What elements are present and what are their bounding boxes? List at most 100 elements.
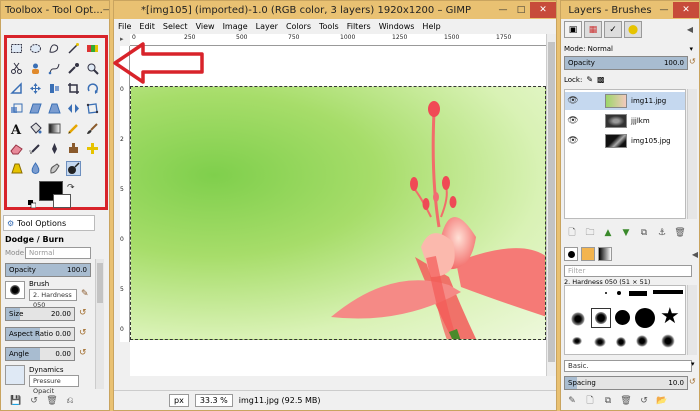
brush-filter-input[interactable]: Filter bbox=[564, 265, 692, 277]
image-canvas[interactable] bbox=[130, 86, 546, 340]
canvas-area[interactable] bbox=[130, 46, 546, 376]
brush-swatch[interactable] bbox=[615, 310, 630, 325]
raise-layer-icon[interactable]: ▲ bbox=[599, 227, 617, 239]
layer-list-scrollbar[interactable] bbox=[687, 89, 697, 219]
reset-angle-icon[interactable]: ↺ bbox=[79, 348, 87, 358]
eye-icon[interactable]: 👁 bbox=[565, 136, 581, 146]
brush-swatch[interactable] bbox=[660, 333, 676, 349]
minimize-icon[interactable]: — bbox=[103, 2, 109, 18]
new-brush-icon[interactable]: 🗋 bbox=[581, 395, 599, 407]
default-colors-icon[interactable] bbox=[28, 200, 37, 209]
dynamics-field[interactable]: Pressure Opacit bbox=[29, 375, 79, 395]
toolbox-titlebar[interactable]: Toolbox - Tool Opt... — ✕ bbox=[1, 1, 109, 19]
opacity-slider[interactable]: Opacity 100.0 bbox=[5, 263, 91, 277]
reset-aspect-icon[interactable]: ↺ bbox=[79, 328, 87, 338]
brush-swatch[interactable] bbox=[593, 336, 607, 348]
mode-dropdown-icon[interactable]: ▾ bbox=[689, 45, 693, 53]
edit-brush-icon[interactable]: ✎ bbox=[81, 289, 89, 299]
open-brush-icon[interactable]: 📂 bbox=[653, 395, 671, 407]
brush-swatch[interactable] bbox=[635, 308, 655, 328]
save-options-icon[interactable]: 💾 bbox=[7, 395, 25, 407]
reset-opacity-icon[interactable]: ↺ bbox=[689, 57, 696, 66]
preset-dropdown-icon[interactable]: ▾ bbox=[691, 360, 695, 368]
brushes-tab-icon[interactable] bbox=[564, 247, 578, 261]
menu-edit[interactable]: Edit bbox=[139, 22, 155, 31]
menu-windows[interactable]: Windows bbox=[379, 22, 415, 31]
new-group-icon[interactable]: 🗀 bbox=[581, 227, 599, 239]
layers-titlebar[interactable]: Layers - Brushes — ✕ bbox=[561, 1, 699, 19]
tool-options-tab[interactable]: ⚙ Tool Options bbox=[3, 215, 95, 231]
scrollbar-thumb[interactable] bbox=[548, 42, 555, 362]
layer-row[interactable]: 👁 img11.jpg bbox=[565, 92, 685, 110]
delete-brush-icon[interactable]: 🗑 bbox=[617, 395, 635, 407]
paths-tab-icon[interactable]: ✓ bbox=[604, 21, 622, 38]
size-slider[interactable]: Size 20.00 bbox=[5, 307, 75, 321]
maximize-icon[interactable]: □ bbox=[512, 2, 530, 18]
refresh-brushes-icon[interactable]: ↺ bbox=[635, 395, 653, 407]
minimize-icon[interactable]: — bbox=[494, 2, 512, 18]
brush-preview[interactable] bbox=[5, 281, 25, 299]
brush-grid[interactable]: ★ bbox=[564, 285, 686, 355]
brush-swatch[interactable] bbox=[571, 336, 583, 346]
canvas-vertical-scrollbar[interactable] bbox=[546, 34, 556, 376]
gradients-tab-icon[interactable] bbox=[598, 247, 612, 261]
restore-options-icon[interactable]: ↺ bbox=[25, 395, 43, 407]
reset-size-icon[interactable]: ↺ bbox=[79, 308, 87, 318]
zoom-select[interactable]: 33.3 % bbox=[194, 394, 233, 407]
lower-layer-icon[interactable]: ▼ bbox=[617, 227, 635, 239]
lock-alpha-icon[interactable]: ▩ bbox=[597, 75, 605, 84]
dynamics-preview-icon[interactable] bbox=[5, 365, 25, 385]
brush-swatch[interactable] bbox=[605, 292, 607, 294]
brush-swatch[interactable] bbox=[615, 336, 627, 348]
reset-options-icon[interactable]: ⎌ bbox=[61, 395, 79, 407]
mode-select[interactable]: Normal bbox=[25, 247, 91, 259]
delete-options-icon[interactable]: 🗑 bbox=[43, 395, 61, 407]
menu-image[interactable]: Image bbox=[223, 22, 248, 31]
menu-help[interactable]: Help bbox=[422, 22, 440, 31]
background-color-swatch[interactable] bbox=[53, 194, 71, 208]
vertical-ruler[interactable]: 0 2 5 0 5 0 bbox=[120, 46, 130, 342]
channels-tab-icon[interactable]: ▦ bbox=[584, 21, 602, 38]
brush-grid-scrollbar[interactable] bbox=[687, 285, 697, 355]
menu-view[interactable]: View bbox=[196, 22, 215, 31]
menu-select[interactable]: Select bbox=[163, 22, 188, 31]
brush-swatch[interactable] bbox=[571, 312, 585, 326]
brush-name-field[interactable]: 2. Hardness 050 bbox=[29, 289, 77, 309]
image-window-titlebar[interactable]: *[img105] (imported)-1.0 (RGB color, 3 l… bbox=[114, 1, 556, 19]
lock-pixels-icon[interactable]: ✎ bbox=[586, 75, 593, 84]
layer-row[interactable]: 👁 jjjlkm bbox=[565, 112, 685, 130]
swap-colors-icon[interactable]: ↷ bbox=[67, 183, 75, 193]
duplicate-brush-icon[interactable]: ⧉ bbox=[599, 395, 617, 407]
undo-tab-icon[interactable]: ⬤ bbox=[624, 21, 642, 38]
dock-menu-icon[interactable]: ◀ bbox=[687, 25, 693, 34]
eye-icon[interactable]: 👁 bbox=[565, 116, 581, 126]
eye-icon[interactable]: 👁 bbox=[565, 96, 581, 106]
layers-tab-icon[interactable]: ▣ bbox=[564, 21, 582, 38]
patterns-tab-icon[interactable] bbox=[581, 247, 595, 261]
edit-brush-icon[interactable]: ✎ bbox=[563, 395, 581, 407]
brush-swatch[interactable] bbox=[617, 291, 621, 295]
menu-filters[interactable]: Filters bbox=[347, 22, 371, 31]
brushes-menu-icon[interactable]: ◀ bbox=[692, 250, 698, 259]
brush-swatch[interactable] bbox=[653, 290, 683, 294]
spacing-slider[interactable]: Spacing 10.0 bbox=[564, 376, 688, 390]
scrollbar-thumb[interactable] bbox=[97, 263, 103, 303]
layer-row[interactable]: 👁 img105.jpg bbox=[565, 132, 685, 150]
close-icon[interactable]: ✕ bbox=[530, 2, 556, 18]
menu-tools[interactable]: Tools bbox=[319, 22, 339, 31]
layer-opacity-slider[interactable]: Opacity 100.0 bbox=[564, 56, 688, 70]
brush-preset-select[interactable]: Basic. bbox=[564, 360, 692, 372]
unit-select[interactable]: px bbox=[169, 394, 189, 407]
menu-file[interactable]: File bbox=[118, 22, 131, 31]
brush-swatch[interactable] bbox=[629, 291, 647, 296]
layer-mode-value[interactable]: Normal bbox=[588, 45, 613, 53]
new-layer-icon[interactable]: 🗋 bbox=[563, 227, 581, 239]
anchor-layer-icon[interactable]: ⚓ bbox=[653, 227, 671, 239]
aspect-ratio-slider[interactable]: Aspect Ratio 0.00 bbox=[5, 327, 75, 341]
menu-layer[interactable]: Layer bbox=[256, 22, 278, 31]
duplicate-layer-icon[interactable]: ⧉ bbox=[635, 227, 653, 239]
reset-spacing-icon[interactable]: ↺ bbox=[689, 377, 696, 386]
minimize-icon[interactable]: — bbox=[655, 2, 673, 18]
brush-swatch-selected[interactable] bbox=[591, 308, 611, 328]
tool-options-scrollbar[interactable] bbox=[95, 259, 104, 389]
